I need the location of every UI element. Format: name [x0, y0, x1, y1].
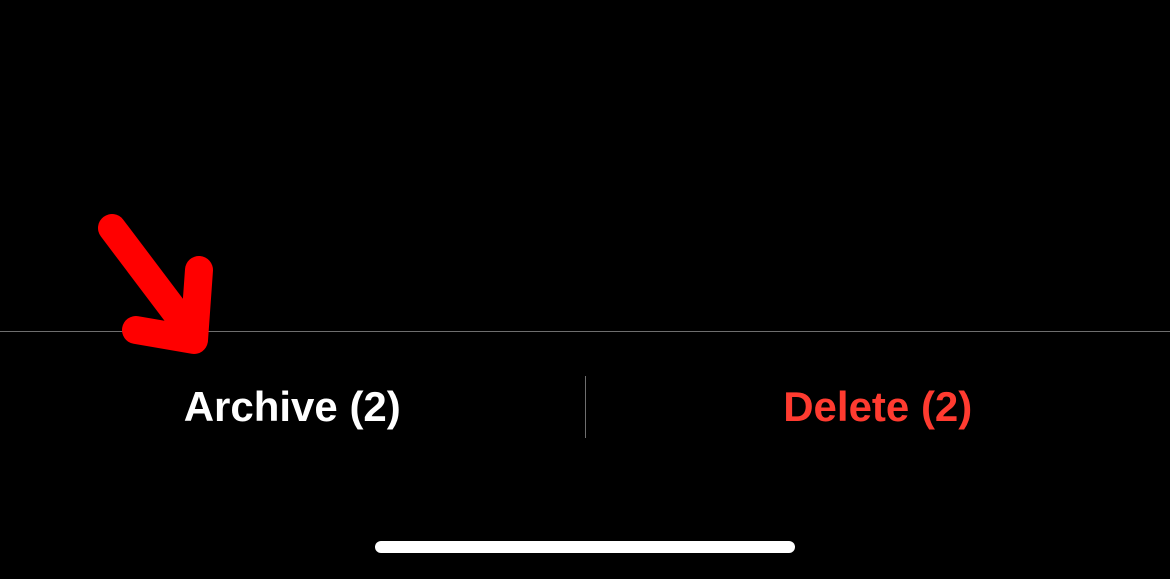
home-indicator[interactable]: [375, 541, 795, 553]
archive-button[interactable]: Archive (2): [0, 383, 585, 431]
delete-button[interactable]: Delete (2): [586, 383, 1170, 431]
bottom-toolbar: Archive (2) Delete (2): [0, 331, 1170, 481]
